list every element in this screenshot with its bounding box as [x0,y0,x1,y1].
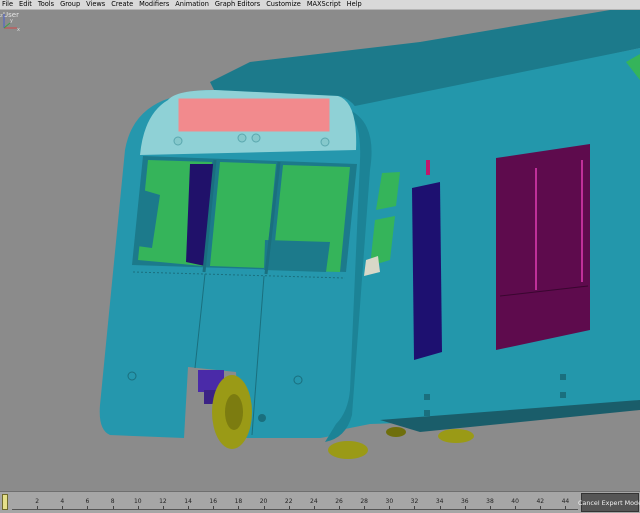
rear-wheel [438,429,474,443]
cab-door [412,182,442,360]
passenger-door [496,144,590,350]
menu-views[interactable]: Views [83,0,108,9]
menu-animation[interactable]: Animation [172,0,212,9]
timeline[interactable]: 2 4 6 8 10 12 14 16 18 20 22 24 26 28 30 32 34 36 38 40 42 44… [0,491,640,513]
timeline-tick-label: 32 [410,498,419,505]
timeline-tick-label: 40 [511,498,519,505]
timeline-tick [112,506,114,509]
timeline-tick-label: 20 [259,498,268,505]
timeline-tick [288,506,290,509]
timeline-track[interactable]: 2 4 6 8 10 12 14 16 18 20 22 24 26 28 30 32 34 36 38 40 42 44 [12,496,578,510]
front-lamp [237,133,247,143]
timeline-tick [389,506,391,509]
time-slider-handle[interactable] [2,494,8,510]
menu-modifiers[interactable]: Modifiers [136,0,172,9]
timeline-tick [137,506,139,509]
side-detail [560,392,566,398]
menu-customize[interactable]: Customize [263,0,304,9]
side-detail [424,394,430,400]
front-lamp [251,133,261,143]
destination-sign [177,97,331,133]
timeline-tick [540,506,542,509]
timeline-tick [489,506,491,509]
timeline-tick [515,506,517,509]
timeline-tick-label: 6 [85,498,90,505]
timeline-tick [238,506,240,509]
front-lamp [173,136,183,146]
timeline-tick-label: 8 [110,498,115,505]
cancel-expert-mode-button[interactable]: Cancel Expert Mode [578,493,640,512]
timeline-tick [339,506,341,509]
timeline-tick-label: 38 [486,498,494,505]
train-model-render [99,10,640,459]
timeline-tick-label: 12 [159,498,167,505]
menu-edit[interactable]: Edit [16,0,35,9]
front-wheel-hub [225,394,243,430]
front-lamp [320,137,330,147]
menu-bar: File Edit Tools Group Views Create Modif… [0,0,640,10]
timeline-tick [87,506,89,509]
timeline-tick [263,506,265,509]
cab-shadow [264,240,330,272]
side-detail [560,374,566,380]
timeline-tick [364,506,366,509]
timeline-tick [188,506,190,509]
axis-y-label: y [10,18,13,24]
timeline-tick-label: 36 [460,498,469,505]
timeline-tick-label: 18 [234,498,243,505]
rear-wheel [386,427,406,437]
timeline-tick [464,506,466,509]
menu-file[interactable]: File [0,0,16,9]
timeline-tick-label: 10 [133,498,142,505]
timeline-tick-label: 30 [385,498,394,505]
timeline-tick [313,506,315,509]
user-viewport[interactable]: User z y x [0,10,640,490]
side-vent [426,160,430,175]
timeline-tick-label: 34 [435,498,444,505]
timeline-tick-label: 28 [360,498,368,505]
timeline-tick-label: 4 [60,498,65,505]
axis-z-label: z [0,13,3,19]
timeline-tick [62,506,64,509]
menu-create[interactable]: Create [108,0,136,9]
timeline-tick-label: 2 [35,498,40,505]
menu-maxscript[interactable]: MAXScript [304,0,344,9]
rear-wheel [328,441,368,459]
timeline-tick-label: 22 [284,498,293,505]
timeline-tick-label: 42 [536,498,545,505]
timeline-tick [565,506,567,509]
menu-group[interactable]: Group [57,0,83,9]
timeline-tick-label: 26 [335,498,343,505]
timeline-tick-label: 44 [561,498,570,505]
menu-graph-editors[interactable]: Graph Editors [212,0,263,9]
timeline-tick [439,506,441,509]
timeline-tick [162,506,164,509]
front-bolt [258,414,266,422]
timeline-tick [213,506,215,509]
axis-tripod-icon: z y x [0,13,20,32]
menu-help[interactable]: Help [344,0,365,9]
timeline-tick [37,506,39,509]
side-detail [424,410,430,416]
timeline-tick [414,506,416,509]
timeline-tick-label: 16 [209,498,218,505]
timeline-tick-label: 14 [184,498,192,505]
axis-x-label: x [17,27,20,32]
timeline-tick-label: 24 [310,498,318,505]
menu-tools[interactable]: Tools [35,0,57,9]
